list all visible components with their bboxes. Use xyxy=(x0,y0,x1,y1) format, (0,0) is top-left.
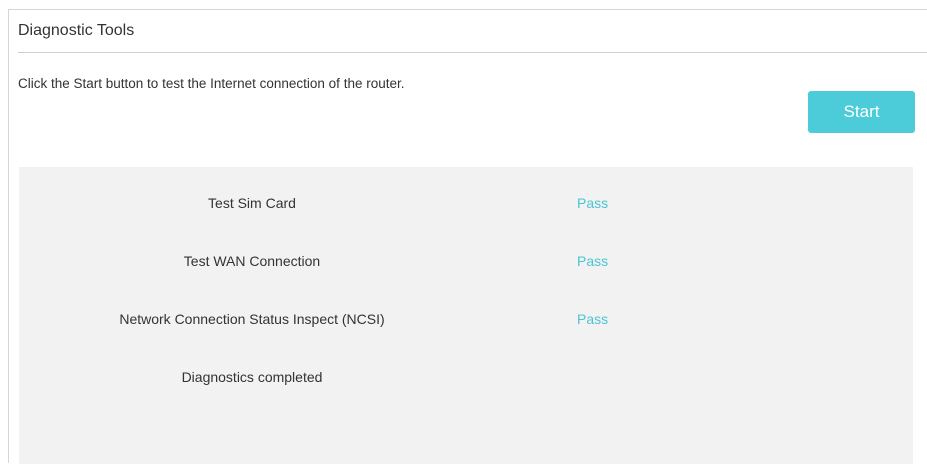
result-row-completed: Diagnostics completed xyxy=(19,369,913,389)
test-status: Pass xyxy=(577,195,609,211)
test-status: Pass xyxy=(577,253,609,269)
section-title: Diagnostic Tools xyxy=(18,22,135,39)
instruction-text: Click the Start button to test the Inter… xyxy=(18,76,405,91)
test-name: Test WAN Connection xyxy=(183,253,321,269)
title-divider xyxy=(18,52,927,53)
start-button[interactable]: Start xyxy=(808,91,915,133)
test-name: Network Connection Status Inspect (NCSI) xyxy=(119,311,385,327)
result-row-wan-connection: Test WAN Connection Pass xyxy=(19,253,913,273)
result-row-ncsi: Network Connection Status Inspect (NCSI)… xyxy=(19,311,913,331)
test-status: Pass xyxy=(577,311,609,327)
diagnostics-completed-text: Diagnostics completed xyxy=(181,369,323,385)
result-row-sim-card: Test Sim Card Pass xyxy=(19,195,913,215)
results-panel: Test Sim Card Pass Test WAN Connection P… xyxy=(19,167,913,464)
test-name: Test Sim Card xyxy=(208,195,296,211)
diagnostic-tools-panel: Diagnostic Tools Click the Start button … xyxy=(8,9,927,464)
